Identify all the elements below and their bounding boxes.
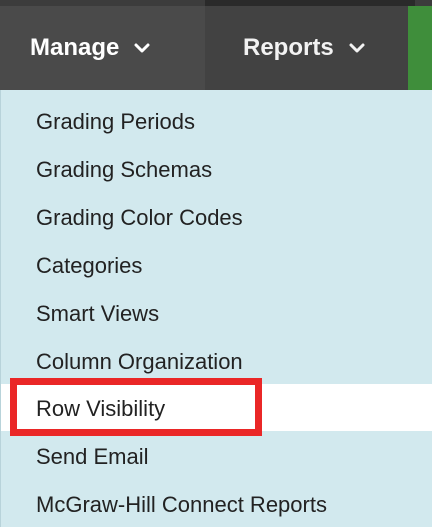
menu-item-mcgraw-hill-connect-reports[interactable]: McGraw-Hill Connect Reports xyxy=(36,481,327,527)
menu-item-grading-periods[interactable]: Grading Periods xyxy=(36,98,195,146)
top-nav-bar: Manage Reports xyxy=(0,0,432,90)
tab-manage[interactable]: Manage xyxy=(0,6,205,90)
tab-manage-label: Manage xyxy=(30,34,120,61)
annotation-highlight-box xyxy=(10,378,262,436)
manage-dropdown-menu: Grading Periods Grading Schemas Grading … xyxy=(0,90,432,527)
menu-item-smart-views[interactable]: Smart Views xyxy=(36,290,159,338)
screenshot-stage: Manage Reports Grading Periods Grading S… xyxy=(0,0,432,527)
chevron-down-icon xyxy=(348,39,366,57)
tab-partial-green[interactable] xyxy=(408,6,432,90)
tab-reports-label: Reports xyxy=(243,34,334,61)
chevron-down-icon xyxy=(133,39,151,57)
tab-reports[interactable]: Reports xyxy=(205,6,408,90)
menu-item-send-email[interactable]: Send Email xyxy=(36,433,149,481)
menu-item-grading-color-codes[interactable]: Grading Color Codes xyxy=(36,194,243,242)
menu-item-categories[interactable]: Categories xyxy=(36,242,142,290)
menu-item-grading-schemas[interactable]: Grading Schemas xyxy=(36,146,212,194)
